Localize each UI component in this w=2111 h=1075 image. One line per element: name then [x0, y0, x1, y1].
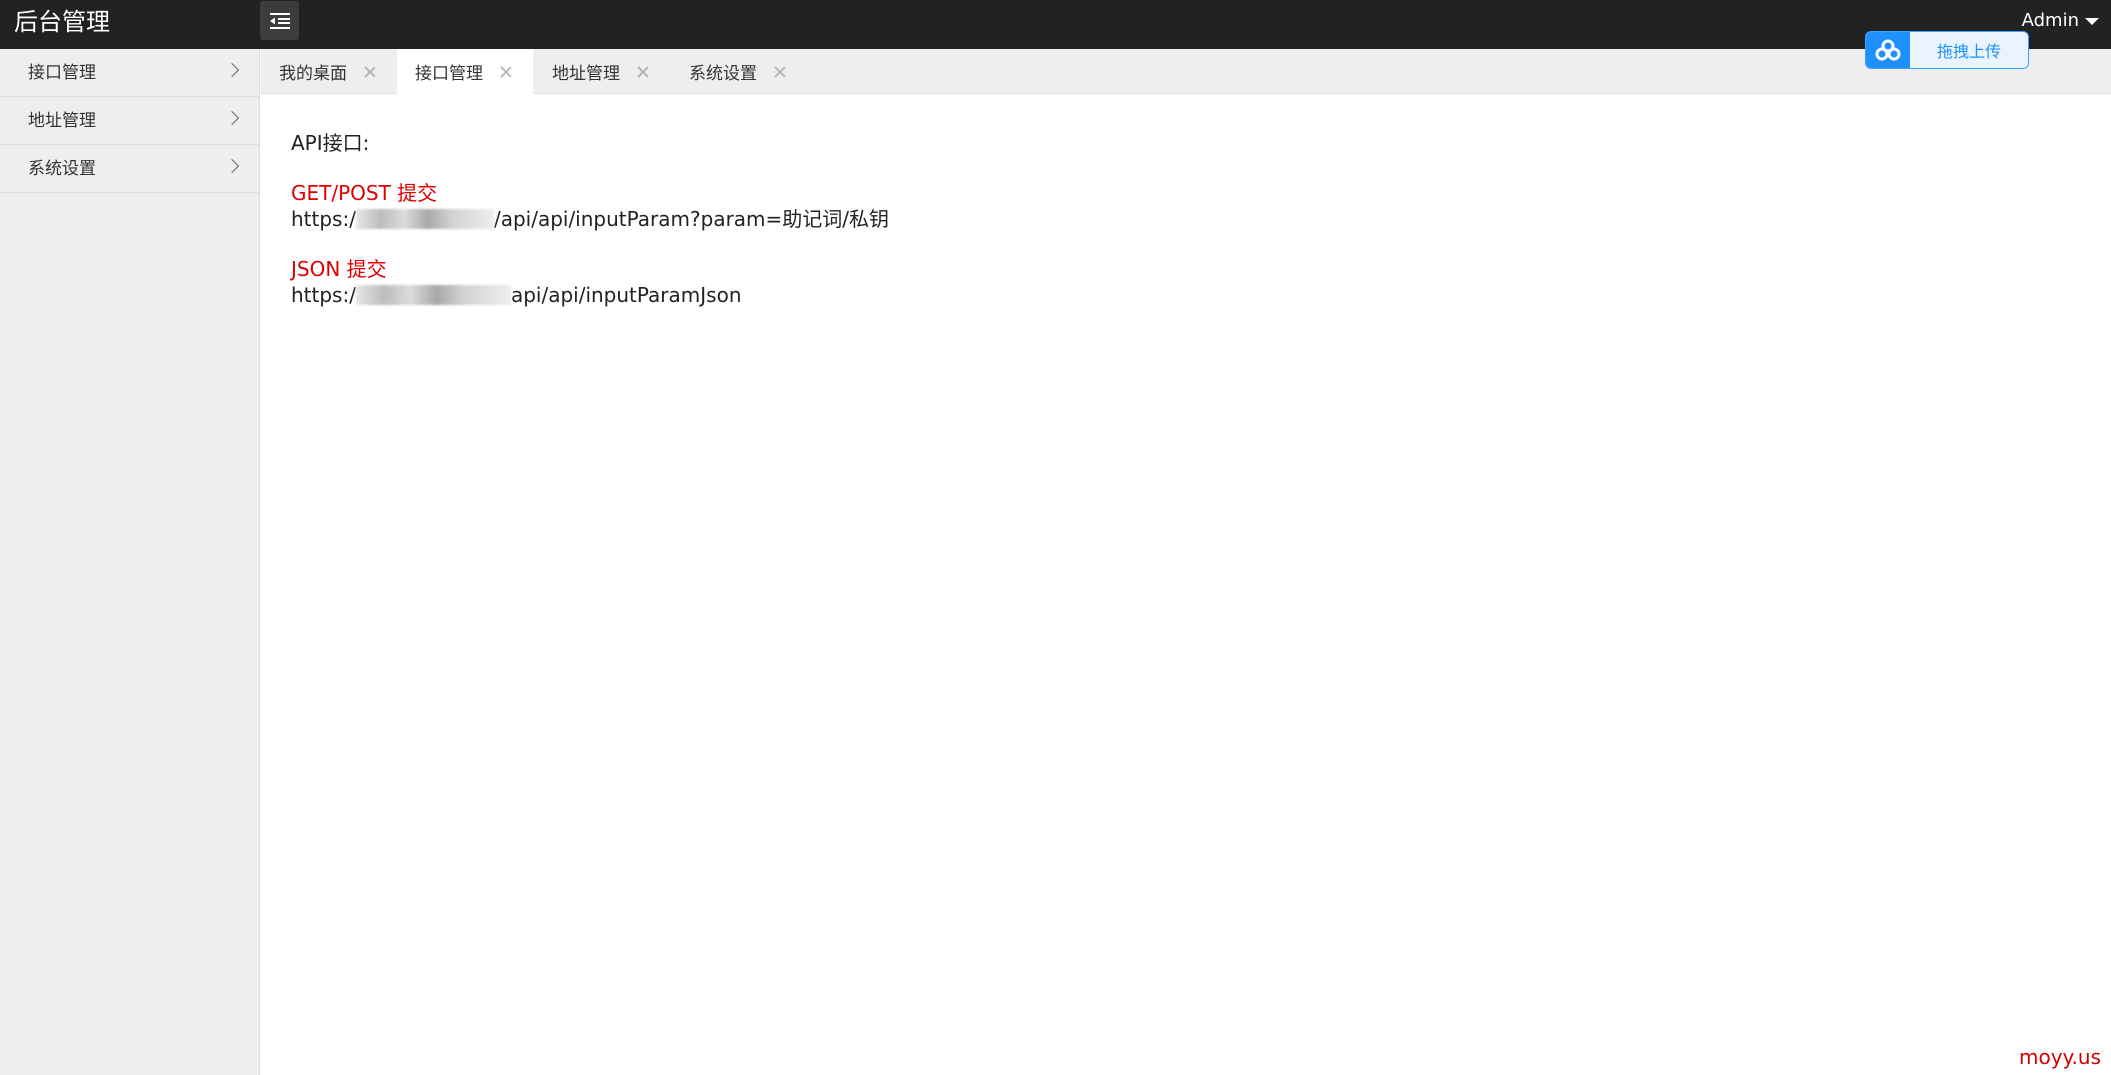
upload-label: 拖拽上传	[1910, 32, 2028, 68]
api-url: https:/ /api/api/inputParam?param=助记词/私钥	[291, 206, 889, 232]
section-title: GET/POST 提交	[291, 181, 438, 205]
chevron-right-icon	[224, 110, 240, 126]
sidebar-item-label: 系统设置	[28, 159, 96, 179]
top-navbar: 后台管理 Admin	[0, 0, 2111, 49]
api-section-getpost: GET/POST 提交 https:/ /api/api/inputParam?p…	[291, 180, 889, 232]
app-title: 后台管理	[14, 8, 110, 36]
watermark: moyy.us	[2019, 1045, 2101, 1069]
section-title: JSON 提交	[291, 257, 387, 281]
user-menu[interactable]: Admin	[2022, 9, 2099, 33]
sidebar: 接口管理 地址管理 系统设置	[0, 49, 260, 1075]
tab-api[interactable]: 接口管理	[397, 49, 533, 94]
tab-label: 我的桌面	[279, 64, 347, 84]
sidebar-item-api[interactable]: 接口管理	[0, 49, 259, 97]
sidebar-item-label: 接口管理	[28, 63, 96, 83]
chevron-right-icon	[224, 62, 240, 78]
url-suffix: /api/api/inputParam?param=助记词/私钥	[493, 207, 890, 231]
sidebar-item-settings[interactable]: 系统设置	[0, 145, 259, 193]
baidu-cloud-icon	[1866, 32, 1910, 68]
main-content: API接口: GET/POST 提交 https:/ /api/api/input…	[291, 130, 889, 308]
tab-label: 系统设置	[689, 64, 757, 84]
api-section-json: JSON 提交 https:/ api/api/inputParamJson	[291, 256, 889, 308]
close-icon[interactable]	[499, 65, 513, 79]
tab-label: 地址管理	[552, 64, 620, 84]
url-prefix: https:/	[291, 283, 356, 307]
close-icon[interactable]	[363, 65, 377, 79]
tab-settings[interactable]: 系统设置	[671, 49, 807, 94]
chevron-right-icon	[224, 158, 240, 174]
sidebar-item-address[interactable]: 地址管理	[0, 97, 259, 145]
url-prefix: https:/	[291, 207, 356, 231]
tab-address[interactable]: 地址管理	[534, 49, 670, 94]
sidebar-item-label: 地址管理	[28, 111, 96, 131]
drag-upload-button[interactable]: 拖拽上传	[1865, 31, 2029, 69]
tab-desktop[interactable]: 我的桌面	[261, 49, 396, 94]
redacted-domain	[355, 209, 494, 229]
tab-bar: 我的桌面 接口管理 地址管理 系统设置	[261, 49, 2111, 94]
caret-down-icon	[2085, 17, 2099, 25]
close-icon[interactable]	[636, 65, 650, 79]
redacted-domain	[355, 285, 511, 305]
user-name: Admin	[2021, 10, 2079, 31]
tab-label: 接口管理	[415, 64, 483, 84]
menu-toggle-button[interactable]	[260, 1, 299, 40]
url-suffix: api/api/inputParamJson	[510, 283, 742, 307]
api-url: https:/ api/api/inputParamJson	[291, 282, 889, 308]
page-heading: API接口:	[291, 131, 370, 155]
outdent-menu-icon	[269, 12, 290, 29]
close-icon[interactable]	[773, 65, 787, 79]
